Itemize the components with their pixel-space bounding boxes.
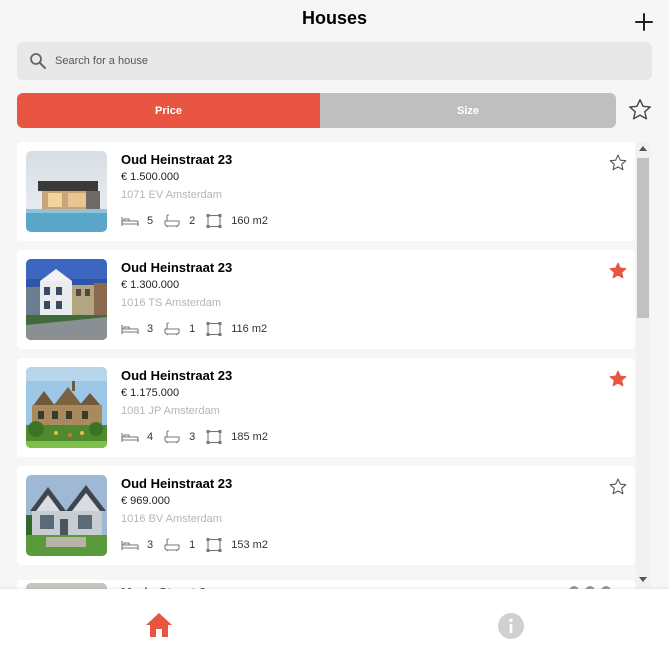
plus-icon[interactable] xyxy=(632,10,656,34)
bed-icon xyxy=(121,433,139,442)
star-filled-icon[interactable] xyxy=(608,369,628,389)
house-photo xyxy=(26,151,107,232)
house-price: € 1.175.000 xyxy=(121,387,180,399)
bathrooms-count: 2 xyxy=(189,215,196,227)
bathrooms-count: 1 xyxy=(189,539,196,551)
bed-icon xyxy=(121,217,139,226)
app-root: Houses Price Size xyxy=(0,0,669,659)
search-bar xyxy=(17,42,652,80)
house-card[interactable]: Oud Heinstraat 23 € 969.000 1016 BV Amst… xyxy=(17,466,635,565)
search-icon xyxy=(30,53,46,69)
house-photo xyxy=(26,475,107,556)
bathrooms-count: 1 xyxy=(189,323,196,335)
bath-icon xyxy=(164,538,180,552)
bedrooms-count: 3 xyxy=(147,323,154,335)
house-zip: 1071 EV Amsterdam xyxy=(121,189,222,201)
bedrooms-count: 4 xyxy=(147,431,154,443)
house-size: 153 m2 xyxy=(231,539,268,551)
area-icon xyxy=(206,214,222,228)
area-icon xyxy=(206,322,222,336)
house-price: € 1.500.000 xyxy=(121,171,180,183)
bathrooms-count: 3 xyxy=(189,431,196,443)
info-icon[interactable] xyxy=(497,612,525,640)
house-price: € 969.000 xyxy=(121,495,170,507)
star-outline-icon[interactable] xyxy=(608,153,628,173)
sort-tabs: Price Size xyxy=(17,93,616,128)
tab-price[interactable]: Price xyxy=(17,93,320,128)
house-street: Oud Heinstraat 23 xyxy=(121,476,233,491)
bath-icon xyxy=(164,322,180,336)
area-icon xyxy=(206,538,222,552)
bottom-nav xyxy=(0,589,669,659)
house-specs: 3 1 153 m2 xyxy=(121,537,278,553)
star-outline-icon[interactable] xyxy=(627,97,653,123)
house-card[interactable]: Oud Heinstraat 23 € 1.175.000 1081 JP Am… xyxy=(17,358,635,457)
house-zip: 1081 JP Amsterdam xyxy=(121,405,220,417)
bath-icon xyxy=(164,214,180,228)
house-street: Oud Heinstraat 23 xyxy=(121,368,233,383)
header: Houses xyxy=(0,0,669,40)
area-icon xyxy=(206,430,222,444)
bedrooms-count: 5 xyxy=(147,215,154,227)
house-zip: 1016 TS Amsterdam xyxy=(121,297,222,309)
house-photo xyxy=(26,367,107,448)
bed-icon xyxy=(121,325,139,334)
scrollbar-thumb[interactable] xyxy=(637,158,649,318)
house-price: € 1.300.000 xyxy=(121,279,180,291)
search-input[interactable] xyxy=(55,42,635,80)
house-size: 116 m2 xyxy=(231,323,268,335)
house-photo xyxy=(26,259,107,340)
house-street: Oud Heinstraat 23 xyxy=(121,260,233,275)
house-zip: 1016 BV Amsterdam xyxy=(121,513,222,525)
house-specs: 3 1 116 m2 xyxy=(121,321,277,337)
house-size: 185 m2 xyxy=(231,431,268,443)
house-street: Oud Heinstraat 23 xyxy=(121,152,233,167)
house-specs: 4 3 185 m2 xyxy=(121,429,278,445)
list-scrollbar[interactable] xyxy=(636,142,650,588)
house-card[interactable]: Oud Heinstraat 23 € 1.500.000 1071 EV Am… xyxy=(17,142,635,241)
house-size: 160 m2 xyxy=(231,215,268,227)
home-icon[interactable] xyxy=(144,611,174,639)
star-outline-icon[interactable] xyxy=(608,477,628,497)
bed-icon xyxy=(121,541,139,550)
bath-icon xyxy=(164,430,180,444)
house-specs: 5 2 160 m2 xyxy=(121,213,278,229)
tab-size[interactable]: Size xyxy=(320,93,616,128)
house-card[interactable]: Oud Heinstraat 23 € 1.300.000 1016 TS Am… xyxy=(17,250,635,349)
page-title: Houses xyxy=(301,8,368,28)
bedrooms-count: 3 xyxy=(147,539,154,551)
scroll-down-arrow-icon[interactable] xyxy=(639,577,647,582)
scroll-up-arrow-icon[interactable] xyxy=(639,146,647,151)
star-filled-icon[interactable] xyxy=(608,261,628,281)
